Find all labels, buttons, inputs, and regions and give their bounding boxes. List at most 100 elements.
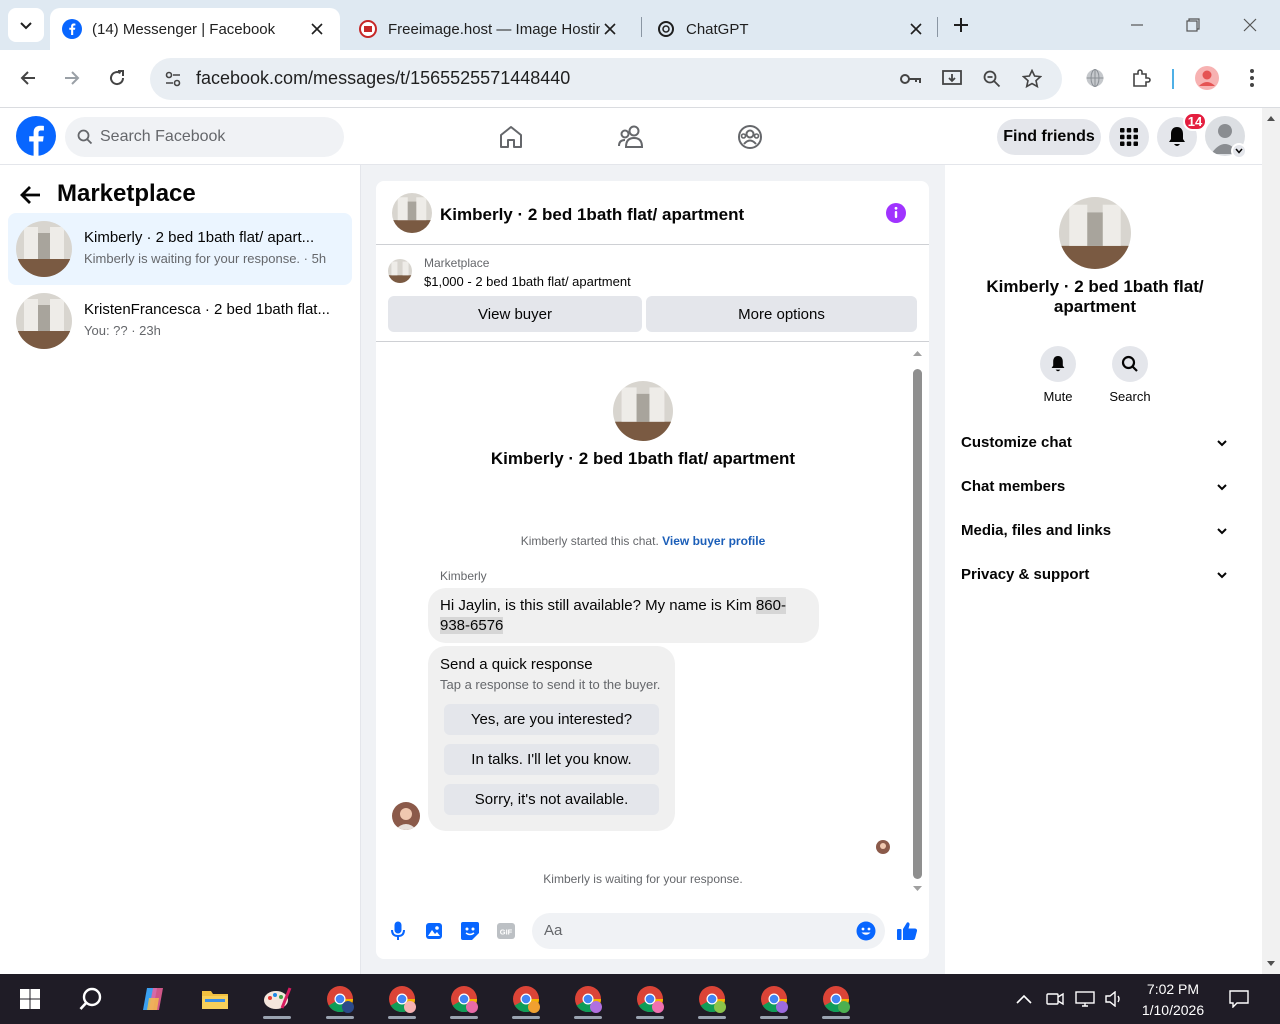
chevron-down-icon — [1217, 528, 1227, 535]
browser-menu-button[interactable] — [1235, 61, 1269, 95]
menu-button[interactable] — [1109, 117, 1149, 157]
sender-avatar[interactable] — [392, 802, 420, 830]
emoji-icon[interactable] — [856, 921, 876, 941]
view-buyer-button[interactable]: View buyer — [388, 296, 642, 332]
voice-clip-button[interactable] — [387, 920, 409, 942]
chrome-window-button[interactable] — [441, 979, 487, 1019]
minimize-button[interactable] — [1122, 10, 1152, 40]
chat-window: Kimberly · 2 bed 1bath flat/ apartment M… — [376, 181, 929, 959]
reload-button[interactable] — [100, 61, 134, 95]
zoom-icon[interactable] — [981, 68, 1003, 90]
install-app-icon[interactable] — [941, 68, 963, 90]
facebook-search-input[interactable]: Search Facebook — [65, 117, 344, 157]
quick-response-button[interactable]: Yes, are you interested? — [444, 704, 659, 735]
password-key-icon[interactable] — [900, 68, 922, 90]
network-tray-icon[interactable] — [1075, 989, 1095, 1009]
file-explorer-button[interactable] — [192, 979, 238, 1019]
tab-messenger[interactable]: (14) Messenger | Facebook — [50, 8, 340, 50]
arrow-right-icon — [65, 71, 80, 85]
media-files-links-section[interactable]: Media, files and links — [961, 509, 1229, 553]
like-button[interactable] — [896, 920, 918, 942]
paint-app-button[interactable] — [254, 979, 300, 1019]
chevron-down-icon — [1217, 484, 1227, 491]
search-in-chat-button[interactable]: Search — [1094, 346, 1166, 404]
mute-button[interactable]: Mute — [1022, 346, 1094, 404]
search-icon — [79, 987, 102, 1010]
chrome-window-button[interactable] — [813, 979, 859, 1019]
tab-freeimage[interactable]: Freeimage.host — Image Hosting — [346, 8, 636, 50]
privacy-support-section[interactable]: Privacy & support — [961, 553, 1229, 597]
customize-chat-section[interactable]: Customize chat — [961, 421, 1229, 465]
chrome-window-button[interactable] — [751, 979, 797, 1019]
reload-icon — [110, 70, 125, 86]
thread-title: Kimberly · 2 bed 1bath flat/ apartment — [490, 449, 796, 468]
conversation-item[interactable]: Kimberly · 2 bed 1bath flat/ apart... Ki… — [8, 213, 352, 285]
extension-globe-button[interactable] — [1078, 61, 1112, 95]
chat-members-section[interactable]: Chat members — [961, 465, 1229, 509]
extensions-button[interactable] — [1124, 61, 1158, 95]
section-label: Privacy & support — [961, 566, 1090, 583]
more-options-button[interactable]: More options — [646, 296, 917, 332]
facebook-logo[interactable] — [16, 116, 56, 156]
info-icon[interactable] — [885, 202, 907, 224]
tab-search-button[interactable] — [8, 8, 44, 42]
chrome-window-button[interactable] — [627, 979, 673, 1019]
address-bar[interactable]: facebook.com/messages/t/1565525571448440 — [150, 58, 1062, 100]
chrome-icon — [761, 986, 788, 1013]
close-tab-icon[interactable] — [307, 19, 327, 39]
nav-groups[interactable] — [735, 122, 765, 152]
new-tab-button[interactable] — [946, 10, 976, 40]
forward-button[interactable] — [55, 61, 89, 95]
tab-chatgpt[interactable]: ChatGPT — [644, 8, 934, 50]
show-hidden-icons-button[interactable] — [1014, 989, 1034, 1009]
close-window-button[interactable] — [1235, 10, 1265, 40]
message-input[interactable]: Aa — [532, 913, 885, 949]
quick-response-button[interactable]: In talks. I'll let you know. — [444, 744, 659, 775]
gif-button[interactable]: GIF — [495, 920, 517, 942]
taskbar-search-button[interactable] — [68, 979, 114, 1019]
back-arrow-icon[interactable] — [18, 182, 44, 208]
close-tab-icon[interactable] — [600, 19, 620, 39]
sticker-button[interactable] — [459, 920, 481, 942]
message-input-placeholder: Aa — [544, 922, 563, 939]
chrome-window-button[interactable] — [689, 979, 735, 1019]
section-label: Customize chat — [961, 434, 1072, 451]
chat-scrollbar[interactable] — [908, 349, 926, 897]
start-button[interactable] — [7, 979, 53, 1019]
close-tab-icon[interactable] — [906, 19, 926, 39]
chat-title[interactable]: Kimberly · 2 bed 1bath flat/ apartment — [440, 205, 744, 225]
camera-icon — [1046, 992, 1064, 1006]
copilot-icon — [143, 988, 163, 1010]
attach-photo-button[interactable] — [423, 920, 445, 942]
find-friends-button[interactable]: Find friends — [997, 119, 1101, 155]
view-buyer-profile-link[interactable]: View buyer profile — [662, 534, 765, 548]
chrome-window-button[interactable] — [379, 979, 425, 1019]
chat-header: Kimberly · 2 bed 1bath flat/ apartment — [376, 181, 929, 245]
notification-center-button[interactable] — [1229, 989, 1249, 1009]
running-indicator — [698, 1016, 726, 1019]
scroll-thumb[interactable] — [913, 369, 922, 879]
restore-button[interactable] — [1178, 10, 1208, 40]
account-menu-chevron[interactable] — [1231, 143, 1247, 159]
chrome-icon — [575, 986, 602, 1013]
back-button[interactable] — [11, 61, 45, 95]
volume-tray-icon[interactable] — [1104, 989, 1124, 1009]
quick-response-button[interactable]: Sorry, it's not available. — [444, 784, 659, 815]
copilot-button[interactable] — [130, 979, 176, 1019]
camera-tray-icon[interactable] — [1045, 989, 1065, 1009]
chrome-window-button[interactable] — [565, 979, 611, 1019]
page-scrollbar[interactable] — [1262, 108, 1280, 974]
chrome-window-button[interactable] — [503, 979, 549, 1019]
system-clock[interactable]: 7:02 PM 1/10/2026 — [1128, 979, 1218, 1021]
thread-avatar — [613, 381, 673, 441]
close-icon — [1243, 18, 1257, 32]
tab-title: Freeimage.host — Image Hosting — [388, 20, 600, 38]
profile-button[interactable] — [1190, 61, 1224, 95]
nav-home[interactable] — [496, 122, 526, 152]
chrome-window-button[interactable] — [317, 979, 363, 1019]
conversation-item[interactable]: KristenFrancesca · 2 bed 1bath flat... Y… — [8, 285, 352, 357]
site-info-icon[interactable] — [162, 68, 184, 90]
chat-avatar[interactable] — [392, 193, 432, 233]
bookmark-star-icon[interactable] — [1021, 68, 1043, 90]
nav-friends[interactable] — [616, 122, 646, 152]
